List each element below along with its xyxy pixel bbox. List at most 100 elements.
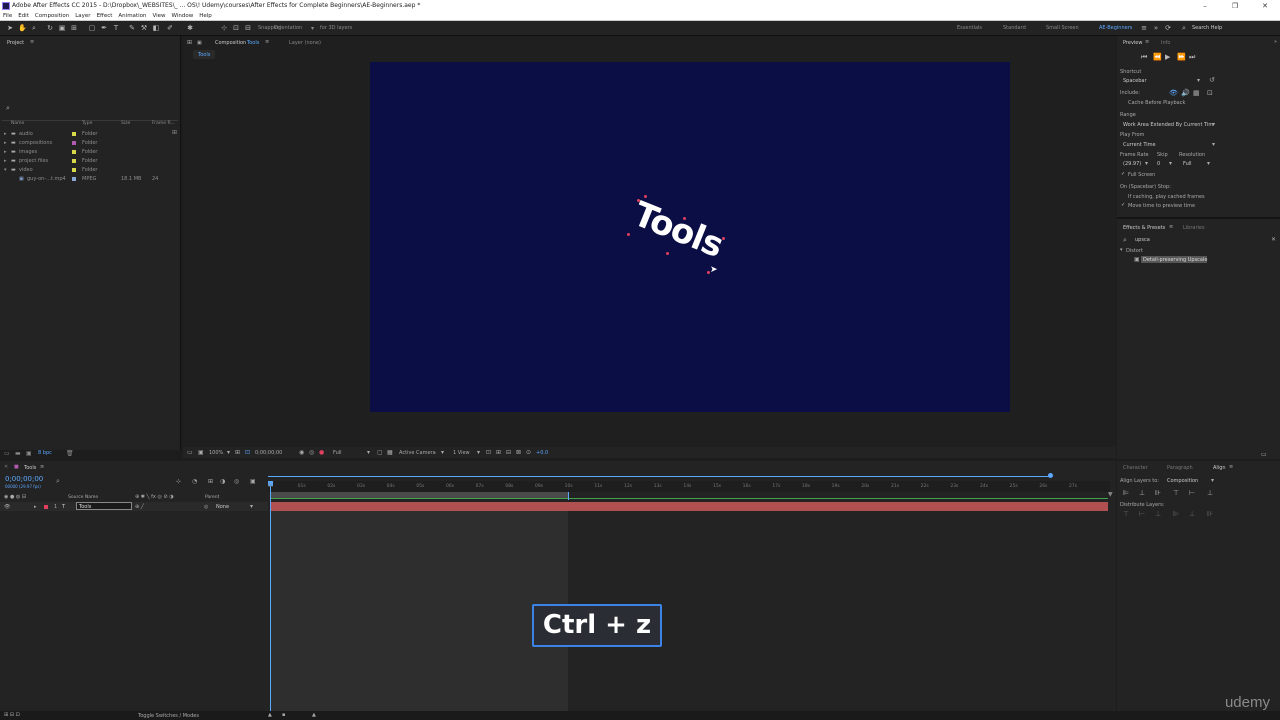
show-snapshot-icon[interactable]: ◎ (309, 449, 314, 456)
first-frame-icon[interactable]: ⏮ (1141, 53, 1147, 62)
zoom-out-icon[interactable]: ▲ (268, 712, 272, 718)
source-name-column[interactable]: Source Name (68, 495, 98, 500)
label-color[interactable] (44, 505, 48, 509)
close-tab-icon[interactable]: ✕ (4, 464, 8, 470)
distribute-top-icon[interactable]: ⊤ (1123, 510, 1129, 518)
expand-icon[interactable]: ▸ (4, 158, 7, 164)
workspace-ae-beginners[interactable]: AE-Beginners (1099, 25, 1132, 31)
eraser-tool-icon[interactable]: ◧ (152, 24, 160, 32)
reset-icon[interactable]: ↺ (1209, 76, 1215, 84)
table-row[interactable]: 👁 ▸ 1 T Tools ⊕ ╱ ◎ None ▾ (0, 502, 268, 511)
distort-category[interactable]: Distort (1126, 248, 1143, 254)
distribute-v-center-icon[interactable]: ⊢ (1139, 510, 1145, 518)
shape-tool-icon[interactable]: ▢ (88, 24, 96, 32)
character-tab[interactable]: Character (1123, 465, 1148, 471)
chevron-down-icon[interactable]: ▾ (1145, 160, 1148, 167)
current-time-indicator[interactable] (270, 481, 271, 711)
checkmark-icon[interactable]: ✓ (1121, 171, 1125, 177)
av-switches-icon[interactable]: ◉ ● ◍ ⊟ (4, 494, 26, 500)
trash-icon[interactable]: 🗑 (66, 450, 74, 457)
frame-rate-dropdown[interactable]: (29.97) (1123, 161, 1141, 167)
distribute-bottom-icon[interactable]: ⊥ (1155, 510, 1161, 518)
layer-tab[interactable]: Layer (none) (289, 40, 321, 46)
search-help-input[interactable]: Search Help (1192, 25, 1222, 31)
parent-dropdown[interactable]: None (216, 504, 229, 510)
menu-animation[interactable]: Animation (118, 12, 146, 21)
col-frame-rate[interactable]: Frame R... (152, 121, 175, 126)
menu-view[interactable]: View (152, 12, 165, 21)
collapse-icon[interactable]: ▾ (1120, 247, 1123, 253)
chevron-down-icon[interactable]: ▾ (1211, 477, 1214, 484)
collapse-icon[interactable]: ▾ (4, 167, 7, 173)
orientation-dropdown[interactable]: Orientation (274, 25, 302, 31)
snap-options-icon[interactable]: ⊡ (232, 24, 240, 32)
rotate-tool-icon[interactable]: ↻ (46, 24, 54, 32)
exposure-value[interactable]: +0.0 (536, 450, 548, 456)
snap-mode-icon[interactable]: ⊟ (244, 24, 252, 32)
parent-column[interactable]: Parent (205, 495, 219, 500)
checkmark-icon[interactable]: ✓ (1121, 202, 1125, 208)
menu-file[interactable]: File (3, 12, 12, 21)
chevron-right-icon[interactable]: » (1152, 24, 1160, 32)
if-caching-checkbox[interactable]: If caching, play cached frames (1128, 194, 1205, 200)
project-tab[interactable]: Project (7, 40, 24, 46)
layer-controls-icon[interactable]: ⊡ (1207, 89, 1213, 97)
toggle-pixel-aspect-icon[interactable]: ⊡ (486, 449, 491, 456)
selection-tool-icon[interactable]: ➤ (6, 24, 14, 32)
chevron-down-icon[interactable]: ▾ (477, 449, 480, 456)
zoom-tool-icon[interactable]: ⌕ (30, 24, 38, 32)
list-item[interactable]: ▣ guy-on-...t.mp4 MPEG 18.1 MB 24 (0, 175, 180, 184)
align-top-icon[interactable]: ⊤ (1173, 489, 1179, 497)
search-icon[interactable]: ⌕ (1123, 236, 1127, 245)
comp-marker-icon[interactable]: ▼ (1108, 491, 1113, 498)
workspace-essentials[interactable]: Essentials (957, 25, 982, 31)
pickwhip-icon[interactable]: ◎ (204, 504, 208, 510)
menu-layer[interactable]: Layer (75, 12, 90, 21)
preview-tab[interactable]: Preview (1123, 40, 1142, 46)
play-from-dropdown[interactable]: Current Time (1123, 142, 1156, 148)
expand-icon[interactable]: ▸ (4, 131, 7, 137)
label-color[interactable] (72, 168, 76, 172)
menu-edit[interactable]: Edit (18, 12, 29, 21)
label-color[interactable] (72, 132, 76, 136)
label-color[interactable] (72, 141, 76, 145)
roto-brush-tool-icon[interactable]: ✐ (166, 24, 174, 32)
cache-before-playback-checkbox[interactable]: Cache Before Playback (1128, 100, 1185, 106)
info-tab[interactable]: Info (1161, 40, 1170, 46)
bpc-button[interactable]: 8 bpc (38, 450, 52, 456)
channel-icon[interactable]: ● (319, 449, 324, 456)
interpret-footage-icon[interactable]: ▭ (4, 450, 10, 457)
previous-frame-icon[interactable]: ⏪ (1153, 53, 1162, 61)
menu-composition[interactable]: Composition (35, 12, 69, 21)
label-color[interactable] (72, 177, 76, 181)
toggle-switches-modes-button[interactable]: Toggle Switches / Modes (138, 713, 199, 719)
transform-handle[interactable] (722, 237, 725, 240)
list-item[interactable]: ▸ ▬ project files Folder (0, 157, 180, 166)
align-left-icon[interactable]: ⊫ (1123, 489, 1129, 497)
transparency-grid-icon[interactable]: ▦ (387, 449, 393, 456)
effects-presets-tab[interactable]: Effects & Presets (1123, 225, 1165, 231)
menu-icon[interactable]: ≡ (1229, 464, 1233, 470)
expand-icon[interactable]: ▸ (4, 149, 7, 155)
new-folder-icon[interactable]: ▬ (15, 450, 21, 457)
libraries-tab[interactable]: Libraries (1183, 225, 1205, 231)
chevron-down-icon[interactable]: ▾ (367, 449, 370, 456)
graph-editor-icon[interactable]: ◎ (234, 478, 239, 485)
new-composition-icon[interactable]: ▣ (26, 450, 32, 457)
shy-icon[interactable]: ◔ (192, 478, 197, 485)
search-icon[interactable]: ⌕ (56, 477, 60, 486)
new-preset-icon[interactable]: ▭ (1261, 451, 1267, 458)
snapping-icon[interactable]: ⊹ (220, 24, 228, 32)
overlays-include-icon[interactable]: ▦ (1193, 89, 1200, 97)
work-area-end-handle[interactable] (1048, 473, 1053, 478)
chevron-down-icon[interactable]: ▾ (1212, 141, 1215, 148)
expand-icon[interactable]: ▸ (34, 504, 37, 510)
transform-handle[interactable] (627, 233, 630, 236)
chevron-down-icon[interactable]: ▾ (1197, 77, 1200, 84)
list-item[interactable]: ▸ ▬ images Folder (0, 148, 180, 157)
chevron-down-icon[interactable]: ▾ (1169, 160, 1172, 167)
zoom-dropdown[interactable]: 100% (209, 450, 223, 456)
grid-icon[interactable]: ⊞ (235, 449, 240, 456)
col-type[interactable]: Type (82, 121, 92, 126)
col-size[interactable]: Size (121, 121, 130, 126)
